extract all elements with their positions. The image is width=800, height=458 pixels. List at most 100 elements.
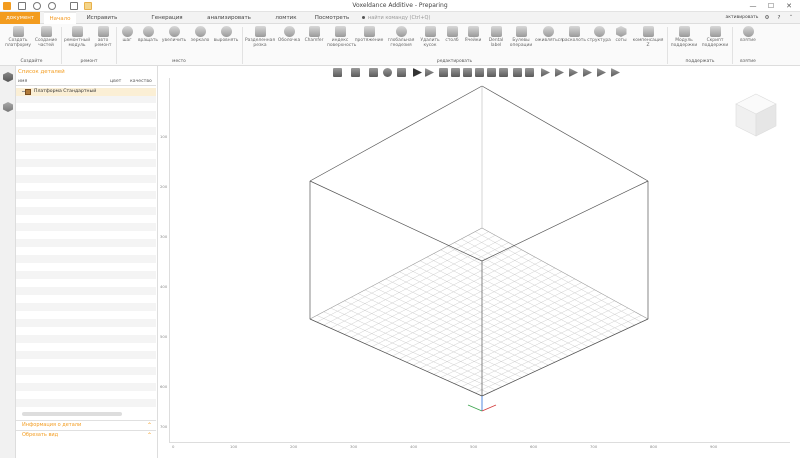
pillar-button[interactable]: столб bbox=[443, 26, 461, 43]
button-label: глобальная геодезия bbox=[387, 38, 415, 48]
empty-row bbox=[16, 207, 156, 215]
button-label: соты bbox=[615, 38, 627, 43]
button-label: Скрипт поддержки bbox=[701, 38, 729, 48]
3d-viewport[interactable]: 100 200 300 400 500 600 700 0 100 200 30… bbox=[158, 66, 800, 458]
align-button[interactable]: выровнять bbox=[212, 26, 240, 43]
split-button[interactable]: расколоть bbox=[562, 26, 586, 43]
tab-slice[interactable]: ломтик bbox=[265, 12, 307, 24]
ruler-tick-label: 100 bbox=[160, 134, 168, 139]
parts-list bbox=[16, 87, 156, 458]
empty-row bbox=[16, 95, 156, 103]
accordion-label: Обрезать вид bbox=[22, 432, 59, 438]
empty-row bbox=[16, 223, 156, 231]
list-item[interactable]: Платформа Стандартный bbox=[16, 88, 156, 96]
grid-line bbox=[461, 307, 629, 387]
ruler-tick-label: 300 bbox=[160, 234, 168, 239]
group-edit: редактировать bbox=[436, 59, 473, 64]
build-volume bbox=[309, 85, 649, 412]
chevron-up-icon[interactable]: ˄ bbox=[786, 12, 796, 24]
help-icon[interactable]: ? bbox=[774, 12, 784, 24]
button-label: столб bbox=[445, 38, 459, 43]
structure-button[interactable]: структура bbox=[587, 26, 611, 43]
accordion-part-info[interactable]: Информация о детали ⌃ bbox=[16, 420, 156, 429]
surface-index-button[interactable]: индекс поверхность bbox=[327, 26, 356, 48]
globe-icon bbox=[742, 26, 754, 37]
z-compensation-button[interactable]: компенсация Z bbox=[631, 26, 665, 48]
tab-document[interactable]: документ bbox=[0, 12, 40, 24]
accordion-crop-view[interactable]: Обрезать вид ⌃ bbox=[16, 430, 156, 439]
rotate-icon bbox=[142, 26, 154, 37]
title-bar: Voxeldance Additive - Preparing — ☐ ✕ bbox=[0, 0, 800, 12]
chevron-up-icon: ⌃ bbox=[146, 432, 152, 439]
close-button[interactable]: ✕ bbox=[784, 1, 794, 11]
grid-line bbox=[399, 271, 569, 357]
honeycomb-button[interactable]: соты bbox=[612, 26, 630, 43]
column-name[interactable]: имя bbox=[18, 79, 27, 84]
button-label: Создать платформу bbox=[4, 38, 32, 48]
tab-analyze[interactable]: анализировать bbox=[204, 12, 254, 24]
horizontal-scrollbar[interactable] bbox=[22, 412, 122, 416]
empty-row bbox=[16, 199, 156, 207]
ruler-tick-label: 0 bbox=[172, 444, 175, 449]
ruler-tick-label: 700 bbox=[160, 424, 168, 429]
platform-view-icon[interactable] bbox=[3, 102, 13, 112]
tab-home[interactable]: Начало bbox=[44, 12, 76, 24]
button-label: взятие bbox=[740, 38, 756, 43]
empty-row bbox=[16, 351, 156, 359]
scale-button[interactable]: увеличить bbox=[160, 26, 188, 43]
side-toolbar bbox=[0, 66, 16, 458]
create-platform-button[interactable]: Создать платформу bbox=[4, 26, 32, 48]
rotate-button[interactable]: вращать bbox=[137, 26, 159, 43]
chamfer-button[interactable]: Chamfer bbox=[302, 26, 326, 43]
split-cut-button[interactable]: Разделенная резка bbox=[244, 26, 276, 48]
empty-row bbox=[16, 271, 156, 279]
grid-line bbox=[316, 231, 489, 323]
column-quality[interactable]: качество bbox=[130, 79, 152, 84]
button-label: оживляться bbox=[535, 38, 563, 43]
support-script-button[interactable]: Скрипт поддержки bbox=[700, 26, 730, 48]
empty-row bbox=[16, 151, 156, 159]
button-label: Chamfer bbox=[304, 38, 324, 43]
empty-row bbox=[16, 327, 156, 335]
boolean-ops-button[interactable]: Булевы операции bbox=[508, 26, 534, 48]
minimize-button[interactable]: — bbox=[748, 1, 758, 11]
extrude-button[interactable]: протяжение bbox=[354, 26, 384, 43]
grid-line bbox=[351, 296, 522, 378]
button-label: ремонтный модуль bbox=[63, 38, 91, 48]
take-button[interactable]: взятие bbox=[736, 26, 760, 43]
cells-button[interactable]: Ячейки bbox=[462, 26, 484, 43]
empty-row bbox=[16, 127, 156, 135]
auto-repair-button[interactable]: авто ремонт bbox=[92, 26, 114, 48]
gear-icon[interactable]: ⚙ bbox=[762, 12, 772, 24]
support-module-button[interactable]: Модуль поддержки bbox=[669, 26, 699, 48]
cells-icon bbox=[467, 26, 479, 37]
button-label: зеркало bbox=[190, 38, 210, 43]
column-color[interactable]: цвет bbox=[110, 79, 121, 84]
grid-line bbox=[344, 300, 516, 381]
tab-view[interactable]: Посмотреть bbox=[310, 12, 354, 24]
tab-repair[interactable]: Исправить bbox=[82, 12, 122, 24]
dental-label-button[interactable]: Dental label bbox=[485, 26, 507, 48]
global-geodesy-button[interactable]: глобальная геодезия bbox=[385, 26, 417, 48]
honeycomb-icon bbox=[615, 26, 627, 37]
navigation-cube[interactable] bbox=[728, 86, 784, 142]
tab-support-generation[interactable]: Генерация поддержки bbox=[134, 12, 200, 33]
command-search-input[interactable]: найти команду (Ctrl+Q) bbox=[362, 14, 472, 22]
delete-piece-button[interactable]: Удалить кусок bbox=[418, 26, 442, 48]
window-title: Voxeldance Additive - Preparing bbox=[352, 2, 448, 9]
step-button[interactable]: шаг bbox=[118, 26, 136, 43]
ruler-tick-label: 200 bbox=[160, 184, 168, 189]
activate-link[interactable]: активировать bbox=[722, 12, 762, 24]
geodesy-icon bbox=[395, 26, 407, 37]
nav-cube-icon bbox=[735, 93, 777, 137]
shell-button[interactable]: Оболочка bbox=[277, 26, 301, 43]
hollow-button[interactable]: оживляться bbox=[535, 26, 563, 43]
create-parts-button[interactable]: Создание частей bbox=[33, 26, 59, 48]
parts-list-icon[interactable] bbox=[3, 72, 13, 82]
repair-module-button[interactable]: ремонтный модуль bbox=[63, 26, 91, 48]
mirror-button[interactable]: зеркало bbox=[189, 26, 211, 43]
maximize-button[interactable]: ☐ bbox=[766, 1, 776, 11]
grid-line bbox=[468, 311, 635, 391]
vertical-ruler: 100 200 300 400 500 600 700 bbox=[160, 78, 170, 443]
panel-title: Список деталей bbox=[18, 69, 65, 75]
